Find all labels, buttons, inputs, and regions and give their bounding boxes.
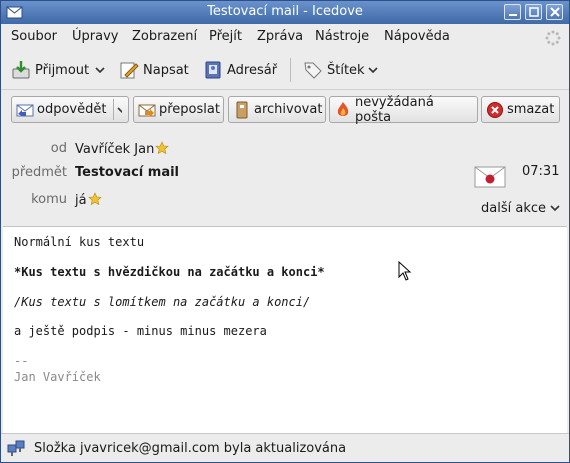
tag-icon: [303, 60, 323, 80]
delete-icon: [486, 101, 504, 119]
signature-name: Jan Vavříček: [14, 370, 101, 384]
more-actions-label: další akce: [481, 201, 546, 216]
menu-soubor[interactable]: Soubor: [11, 29, 57, 44]
menu-nastroje[interactable]: Nástroje: [315, 29, 369, 44]
title-bar: Testovací mail - Icedove: [1, 1, 569, 24]
to-name: já: [75, 193, 87, 208]
subject-label: předmět: [11, 165, 67, 180]
to-value[interactable]: já: [75, 192, 102, 208]
star-icon[interactable]: [87, 192, 102, 206]
forward-label: přeposlat: [159, 102, 220, 117]
junk-label: nevyžádaná pošta: [355, 94, 434, 125]
chevron-down-icon: [550, 205, 560, 212]
toolbar-separator: [290, 58, 291, 82]
maximize-button[interactable]: [525, 4, 542, 20]
close-icon: [550, 7, 560, 17]
body-line: Normální kus textu: [14, 235, 145, 249]
close-button[interactable]: [546, 4, 563, 20]
reply-icon: [16, 101, 34, 119]
get-mail-label: Přijmout: [35, 62, 90, 78]
junk-button[interactable]: nevyžádaná pošta: [329, 94, 478, 125]
message-time: 07:31: [522, 164, 560, 179]
status-text: Složka jvavricek@gmail.com byla aktualiz…: [34, 441, 347, 456]
window-title: Testovací mail - Icedove: [207, 4, 363, 19]
from-value[interactable]: Vavříček Jan: [75, 141, 170, 157]
body-line-italic: /Kus textu s lomítkem na začátku a konci…: [14, 295, 311, 309]
write-button[interactable]: Napsat: [119, 58, 189, 82]
forward-icon: [138, 101, 156, 119]
download-mail-icon: [11, 60, 31, 80]
menu-zprava[interactable]: Zpráva: [257, 29, 303, 44]
from-label: od: [50, 141, 67, 156]
message-header: odpovědět přeposlat archivovat nevyžádan…: [3, 91, 567, 225]
maximize-icon: [529, 7, 539, 17]
menu-napoveda[interactable]: Nápověda: [384, 29, 450, 44]
tag-label: Štítek: [327, 62, 365, 78]
menu-zobrazeni[interactable]: Zobrazení: [132, 29, 197, 44]
connection-icon[interactable]: [7, 440, 25, 458]
delete-button[interactable]: smazat: [481, 96, 560, 123]
star-icon[interactable]: [155, 141, 170, 155]
more-actions-button[interactable]: další akce: [481, 201, 560, 216]
mouse-cursor-icon: [398, 261, 412, 281]
chevron-down-icon: [368, 67, 378, 74]
main-toolbar: Přijmout Napsat Adresář Štítek: [1, 50, 569, 90]
write-label: Napsat: [143, 62, 189, 78]
minimize-icon: [509, 14, 517, 16]
chevron-down-icon[interactable]: [117, 106, 122, 114]
body-line-bold: *Kus textu s hvězdičkou na začátku a kon…: [14, 265, 325, 279]
reply-label: odpovědět: [37, 102, 107, 117]
status-bar: Složka jvavricek@gmail.com byla aktualiz…: [1, 433, 569, 462]
delete-label: smazat: [507, 102, 555, 117]
menu-prejit[interactable]: Přejít: [209, 29, 242, 44]
from-name: Vavříček Jan: [75, 142, 155, 157]
archive-button[interactable]: archivovat: [228, 96, 326, 123]
to-label: komu: [31, 192, 67, 207]
spinner-icon: [545, 30, 561, 46]
forward-button[interactable]: přeposlat: [133, 96, 224, 123]
get-mail-button[interactable]: Přijmout: [11, 58, 105, 82]
archive-icon: [233, 101, 251, 119]
address-book-icon: [203, 60, 223, 80]
subject-value: Testovací mail: [75, 165, 180, 180]
archive-label: archivovat: [254, 102, 323, 117]
menu-bar: Soubor Úpravy Zobrazení Přejít Zpráva Ná…: [1, 24, 569, 50]
compose-icon: [119, 60, 139, 80]
junk-icon: [334, 101, 352, 119]
address-book-button[interactable]: Adresář: [203, 58, 277, 82]
message-body: Normální kus textu *Kus textu s hvězdičk…: [3, 226, 567, 433]
minimize-button[interactable]: [504, 4, 521, 20]
menu-upravy[interactable]: Úpravy: [72, 29, 118, 44]
tag-button[interactable]: Štítek: [303, 58, 378, 82]
reply-button[interactable]: odpovědět: [11, 96, 129, 123]
address-book-label: Adresář: [227, 62, 278, 78]
body-line: a ještě podpis - minus minus mezera: [14, 324, 267, 338]
chevron-down-icon[interactable]: [95, 66, 105, 74]
signature-separator: --: [14, 354, 36, 368]
envelope-seal-icon: [474, 165, 506, 193]
app-window: Testovací mail - Icedove Soubor Úpravy Z…: [0, 0, 570, 463]
